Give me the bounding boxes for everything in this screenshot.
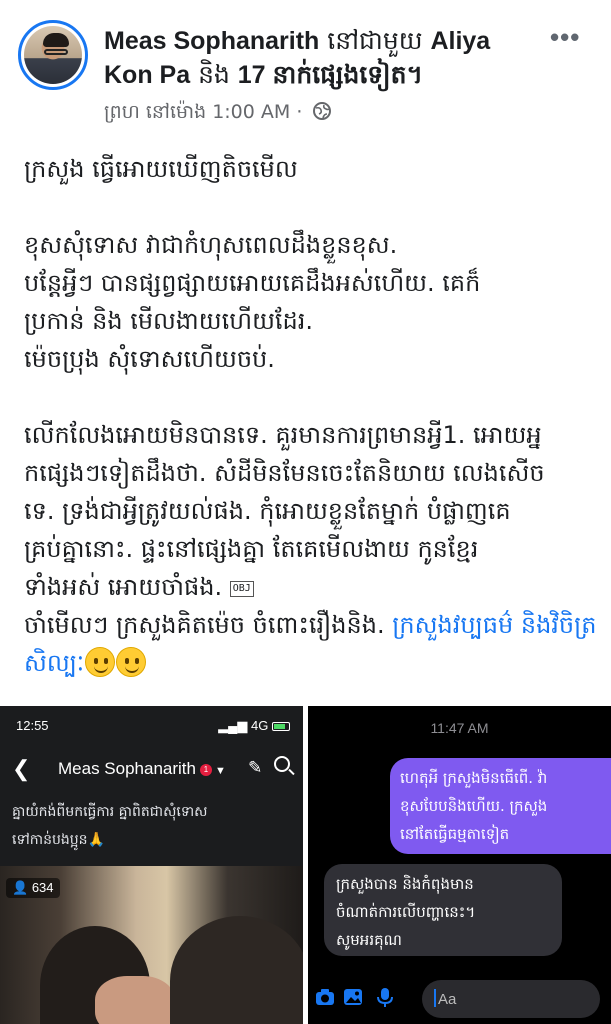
camera-icon [316,989,334,1005]
person-icon: 👤 [12,880,29,895]
body-line: លើកលែងអោយមិនបានទេ. គួរមានការព្រមានអ្វី1.… [24,421,542,449]
person-figure [170,916,303,1024]
post-body: ក្រសួង ធ្វើអោយឃើញតិចមើល ខុសសុំទោស វាជាកំ… [24,150,599,682]
view-count-badge: 👤 634 [6,878,60,898]
body-text: ចាំមើលៗ ក្រសួងគិតម៉េច ចំពោះរឿងនិង. [24,611,385,639]
notification-badge: 1 [199,764,212,776]
body-line: ទេ. ទ្រង់ជាអ្វីត្រូវយល់ផង. កុំអោយខ្លួនតែ… [24,497,511,525]
message-line: ហេតុអី ក្រសួងមិនធើពើ. វ៉ា [400,769,548,787]
avatar-photo [24,26,82,84]
caption-line: គ្នាយំកង់ពីមកធ្វើការ គ្នាពិតជាសុំទោស [12,804,208,820]
body-line: ម៉េចប្រុង សុំទោសហើយចប់. [24,345,275,373]
smile-emoji-icon [85,647,116,677]
back-arrow-icon: ❮ [12,756,31,781]
globe-icon [313,102,332,120]
body-line: ប្រកាន់ និង មើលងាយហើយដែរ. [24,307,314,335]
text-cursor [434,989,436,1007]
post-meta: ព្រហ នៅម៉ោង 1:00 AM · [104,100,332,128]
photo-caption: គ្នាយំកង់ពីមកធ្វើការ គ្នាពិតជាសុំទោស ទៅក… [12,798,297,854]
attached-photo-right[interactable]: 11:47 AM ហេតុអី ក្រសួងមិនធើពើ. វ៉ា ខុសបែ… [308,706,611,1024]
smile-emoji-icon [116,647,147,677]
phone-status-bar: 12:55 ▂▄▆ 4G [16,718,296,733]
body-line: ចាំមើលៗ ក្រសួងគិតម៉េច ចំពោះរឿងនិង. ក្រសួ… [24,606,599,682]
avatar-glasses [44,49,68,55]
page-name: Meas Sophanarith 1 ▼ [58,759,226,779]
network-label: 4G [251,718,269,733]
body-line: ក្រសួង ធ្វើអោយឃើញតិចមើល [24,155,298,183]
and-text: និង [198,60,230,89]
message-line: ក្រសួងបាន និងកំពុងមាន [336,875,474,893]
message-input[interactable]: Aa [422,980,600,1018]
edit-pen-icon: ✎ [248,758,263,777]
object-replacement-marker: OBJ [229,581,254,597]
battery-icon [272,722,290,731]
person-face [95,976,175,1024]
photo-gallery-icon [344,989,362,1005]
incoming-message-bubble: ក្រសួងបាន និងកំពុងមាន ចំណាត់ការលើបញ្ហានេ… [324,864,562,956]
post-timestamp[interactable]: ព្រហ នៅម៉ោង 1:00 AM [104,101,290,123]
message-input-placeholder: Aa [438,991,457,1008]
signal-icon: ▂▄▆ [218,718,248,733]
body-line: កផ្សេងៗទៀតដឹងថា. សំដីមិនមែនចេះតែនិយាយ លេ… [24,459,545,487]
message-line: ខុសបែបនិងហើយ. ក្រសួង [400,797,548,815]
message-line: ចំណាត់ការលើបញ្ហានេះ។ [336,903,476,921]
search-icon [274,756,290,772]
view-count: 634 [31,880,54,895]
body-line: បន្តែអ្វីៗ បានផ្សព្វផ្សាយអោយគេដឹងអស់ហើយ.… [24,269,481,297]
microphone-icon [377,988,393,1007]
outgoing-message-bubble: ហេតុអី ក្រសួងមិនធើពើ. វ៉ា ខុសបែបនិងហើយ. … [390,758,611,854]
message-line: នៅតែធ្វើធម្មតាទៀត [400,825,510,843]
meta-separator: · [296,101,303,123]
others-link[interactable]: 17 នាក់ផ្សេងទៀត។ [238,61,423,89]
avatar-hair [43,33,69,47]
body-text: ទាំងអស់ អោយចាំផង. [24,573,223,601]
page-name-text: Meas Sophanarith [58,759,196,778]
page-nav-bar: ❮ Meas Sophanarith 1 ▼ ✎ [0,750,303,790]
message-line: សូមអរគុណ [336,931,402,949]
caret-down-icon: ▼ [214,765,226,777]
post-header-text: Meas Sophanarith នៅជាមួយ Aliya Kon Pa និ… [104,24,534,92]
author-name-link[interactable]: Meas Sophanarith [104,27,319,55]
more-options-icon[interactable]: ••• [550,22,580,53]
body-line: ទាំងអស់ អោយចាំផង. OBJ [24,568,599,606]
with-text: នៅជាមួយ [327,26,423,55]
chat-timestamp: 11:47 AM [430,720,489,736]
chat-composer-bar: Aa [308,972,611,1024]
body-line: ខុសសុំទោស វាជាកំហុសពេលដឹងខ្លួនខុស. [24,231,398,259]
status-time: 12:55 [16,718,49,733]
caption-line: ទៅកាន់បងប្អូន🙏 [12,832,105,848]
author-avatar[interactable] [18,20,88,90]
body-line: គ្រប់គ្នានោះ. ផ្ទះនៅផ្សេងគ្នា តែគេមើលងាយ… [24,535,479,563]
attached-photo-left[interactable]: 12:55 ▂▄▆ 4G ❮ Meas Sophanarith 1 ▼ ✎ គ្នា… [0,706,303,1024]
status-indicators: ▂▄▆ 4G [218,718,290,734]
